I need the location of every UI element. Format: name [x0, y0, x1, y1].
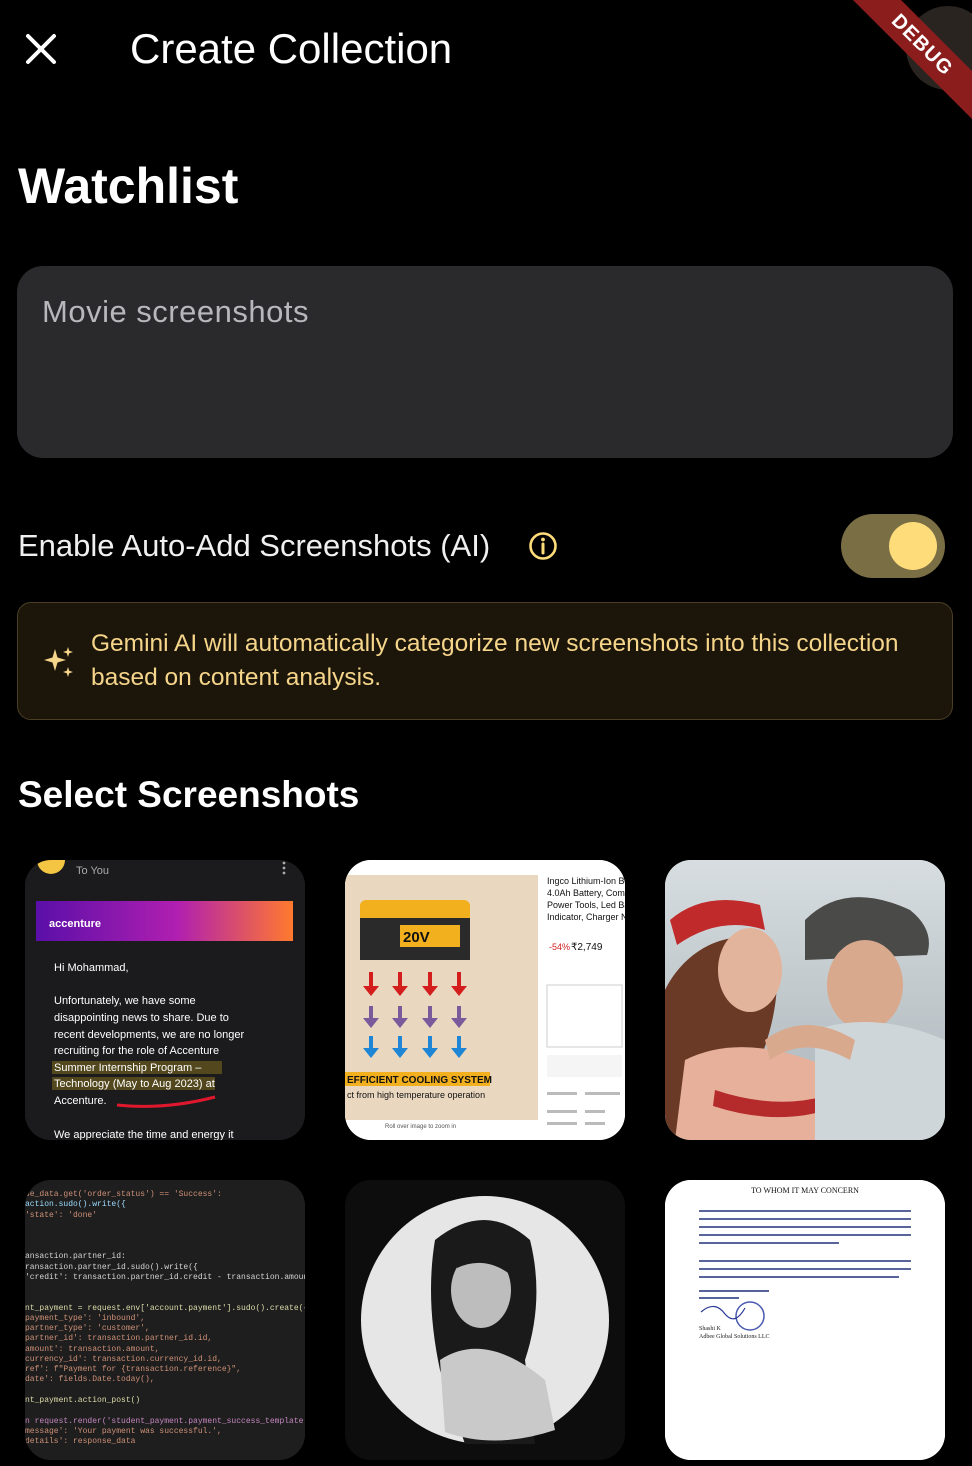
auto-add-label: Enable Auto-Add Screenshots (AI): [18, 528, 491, 563]
info-icon[interactable]: [528, 531, 558, 561]
code-line: 'state': 'done': [25, 1211, 97, 1220]
code-line: currency_id': transaction.currency_id.id…: [25, 1355, 222, 1364]
section-heading: Select Screenshots: [18, 774, 360, 815]
code-line: action.sudo().write({: [25, 1200, 126, 1209]
battery-badge: 20V: [403, 929, 430, 946]
code-line: date': fields.Date.today(),: [25, 1375, 155, 1384]
email-line: disappointing news to share. Due to: [54, 1012, 229, 1024]
screenshot-thumbnail-product[interactable]: 20V EFFICIENT COOLING SYSTEM ct from hig…: [345, 860, 625, 1140]
ai-info-text: Gemini AI will automatically categorize …: [91, 630, 899, 691]
email-line: recent developments, we are no longer: [54, 1029, 245, 1041]
email-footer: We appreciate the time and energy it: [54, 1129, 234, 1140]
email-greeting: Hi Mohammad,: [54, 962, 129, 974]
email-line: recruiting for the role of Accenture: [54, 1045, 219, 1057]
code-line: 'credit': transaction.partner_id.credit …: [25, 1273, 305, 1282]
screenshot-thumbnail-letter[interactable]: TO WHOM IT MAY CONCERN Shashi K Adbee Gl…: [665, 1180, 945, 1460]
code-line: details': response_data: [25, 1437, 136, 1446]
product-title-line: Indicator, Charger N: [547, 912, 625, 922]
brand-name: accenture: [49, 918, 101, 930]
email-line: Accenture.: [54, 1095, 107, 1107]
zoom-hint: Roll over image to zoom in: [385, 1124, 456, 1130]
sparkle-icon: [44, 647, 73, 677]
code-line: se_data.get('order_status') == 'Success'…: [25, 1190, 222, 1199]
code-line: payment_type': 'inbound',: [25, 1314, 145, 1323]
screenshot-thumbnail-email[interactable]: To You accenture Hi Mohammad, Unfortunat…: [25, 860, 305, 1140]
app-bar: Create Collection DEBUG: [0, 0, 972, 121]
letter-heading: TO WHOM IT MAY CONCERN: [751, 1186, 859, 1195]
screenshot-thumbnail-code[interactable]: se_data.get('order_status') == 'Success'…: [25, 1180, 305, 1460]
product-price: ₹2,749: [571, 942, 603, 953]
product-title-line: Ingco Lithium-Ion B: [547, 876, 625, 886]
product-discount: -54%: [549, 942, 570, 952]
description-field[interactable]: [17, 266, 953, 458]
close-button[interactable]: [18, 26, 64, 72]
code-line: nt_payment = request.env['account.paymen…: [25, 1304, 305, 1313]
code-line: ansaction.partner_id:: [25, 1252, 126, 1261]
email-line: Summer Internship Program –: [54, 1062, 202, 1074]
letter-signature: Shashi K: [699, 1326, 722, 1332]
code-line: partner_type': 'customer',: [25, 1324, 150, 1333]
auto-add-row: Enable Auto-Add Screenshots (AI): [18, 514, 948, 580]
code-line: amount': transaction.amount,: [25, 1345, 159, 1354]
code-line: partner_id': transaction.partner_id.id,: [25, 1334, 212, 1343]
product-caption: EFFICIENT COOLING SYSTEM: [347, 1075, 492, 1086]
code-line: ransaction.partner_id.sudo().write({: [25, 1263, 198, 1272]
product-subcaption: ct from high temperature operation: [347, 1090, 485, 1100]
toggle-thumb: [889, 522, 937, 570]
code-line: ref': f"Payment for {transaction.referen…: [25, 1365, 241, 1374]
ai-info-banner: Gemini AI will automatically categorize …: [17, 602, 953, 720]
description-input[interactable]: [42, 294, 928, 430]
email-line: Unfortunately, we have some: [54, 995, 196, 1007]
email-header: To You: [76, 865, 109, 877]
letter-company: Adbee Global Solutions LLC: [699, 1334, 770, 1340]
product-title-line: 4.0Ah Battery, Com: [547, 888, 625, 898]
close-icon: [26, 34, 56, 64]
collection-name[interactable]: Watchlist: [18, 156, 238, 216]
code-line: nt_payment.action_post(): [25, 1396, 140, 1405]
code-line: message': 'Your payment was successful.'…: [25, 1427, 222, 1436]
page-title: Create Collection: [130, 25, 453, 72]
product-title-line: Power Tools, Led Ba: [547, 900, 625, 910]
auto-add-toggle[interactable]: [841, 514, 945, 578]
avatar[interactable]: [906, 6, 972, 90]
screenshot-thumbnail-photo[interactable]: [665, 860, 945, 1140]
screenshot-thumbnail-portrait[interactable]: [345, 1180, 625, 1460]
email-line: Technology (May to Aug 2023) at: [54, 1078, 215, 1090]
code-line: n request.render('student_payment.paymen…: [25, 1417, 305, 1426]
